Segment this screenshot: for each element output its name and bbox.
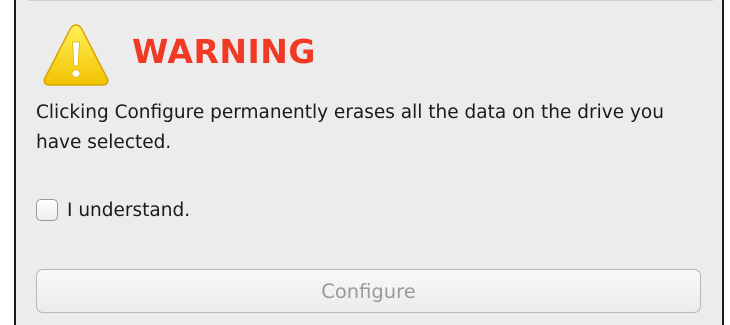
understand-checkbox-label[interactable]: I understand. [67, 200, 190, 221]
warning-message: Clicking Configure permanently erases al… [36, 102, 664, 153]
configure-button[interactable]: Configure [36, 269, 701, 313]
configure-dialog-panel: WARNING Clicking Configure permanently e… [14, 0, 724, 325]
warning-header: WARNING [42, 20, 316, 90]
understand-checkbox-row[interactable]: I understand. [36, 199, 190, 221]
warning-triangle-icon [43, 24, 109, 86]
top-divider [28, 0, 713, 1]
warning-title: WARNING [132, 31, 316, 71]
understand-checkbox[interactable] [36, 199, 58, 221]
